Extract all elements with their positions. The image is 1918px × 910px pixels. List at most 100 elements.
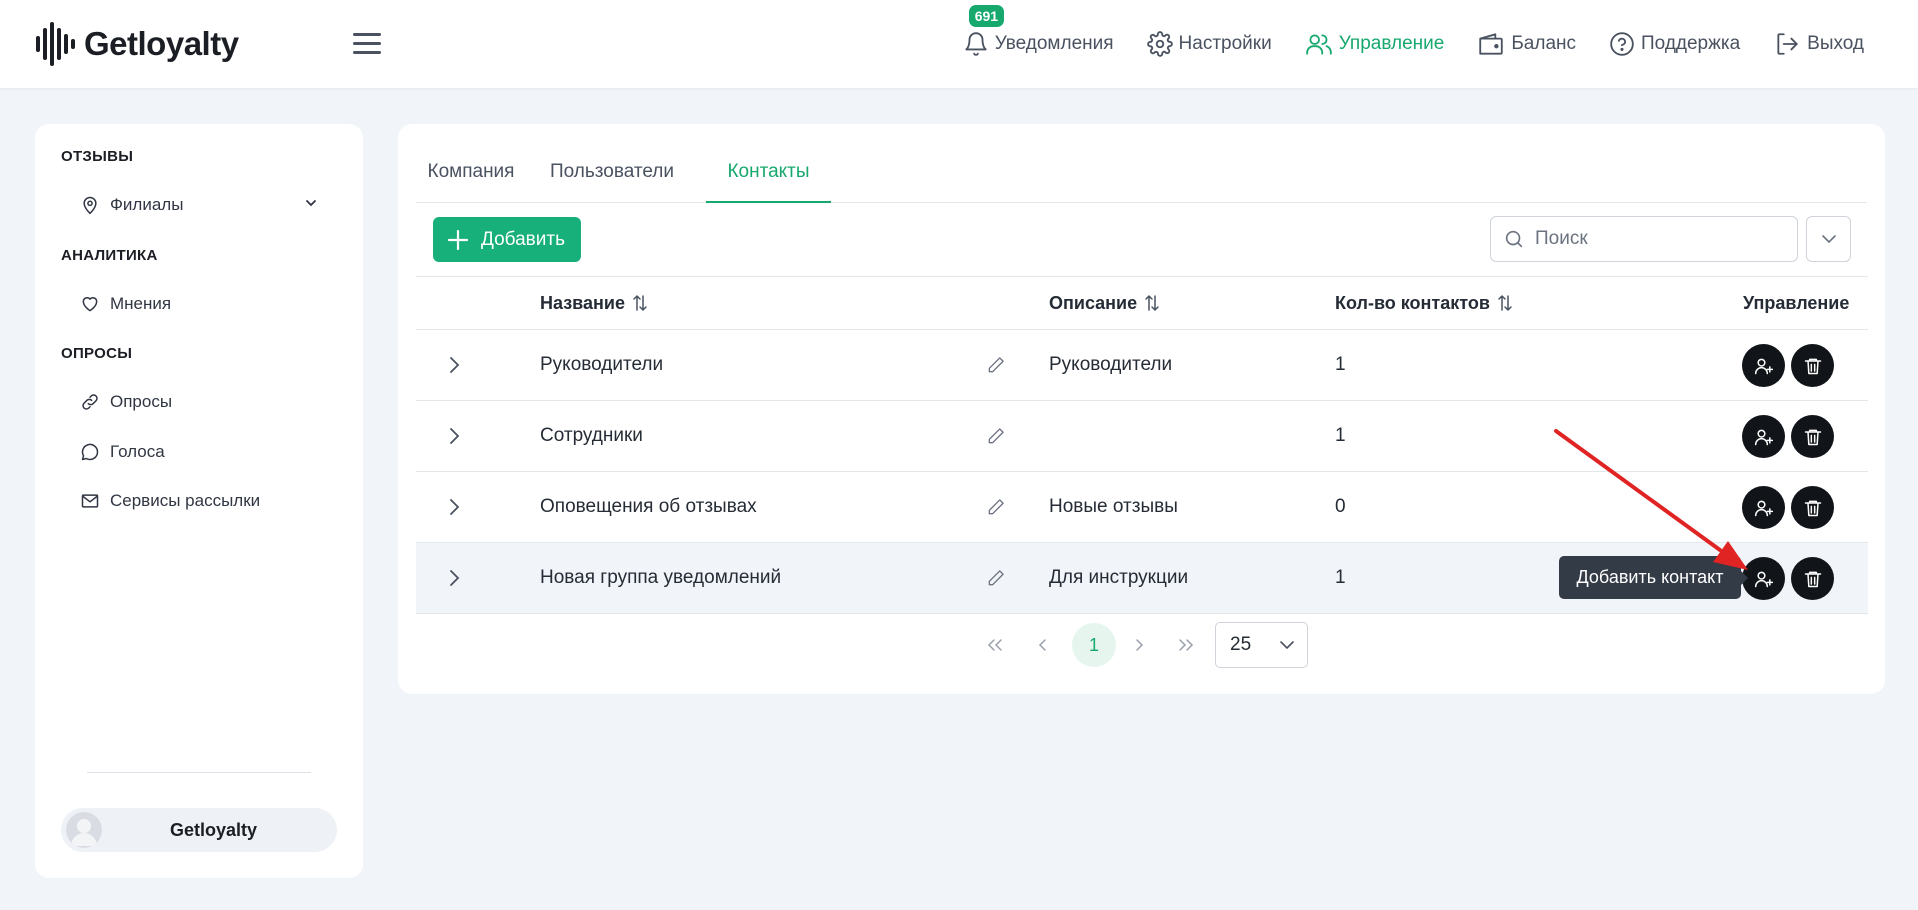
row-count: 1 xyxy=(1335,354,1346,375)
delete-group-button[interactable] xyxy=(1791,486,1834,529)
chevron-down-icon xyxy=(1280,641,1294,650)
column-name-header[interactable]: Название xyxy=(540,277,648,329)
column-label: Название xyxy=(540,293,625,313)
add-contact-button[interactable] xyxy=(1742,486,1785,529)
sidebar-section-title: АНАЛИТИКА xyxy=(61,247,158,264)
trash-icon xyxy=(1804,429,1821,445)
nav-management[interactable]: Управление xyxy=(1305,31,1445,57)
search-input[interactable] xyxy=(1535,228,1775,250)
nav-label: Настройки xyxy=(1178,33,1272,54)
filter-dropdown-button[interactable] xyxy=(1806,216,1851,262)
pencil-icon[interactable] xyxy=(986,497,1006,517)
sidebar-divider xyxy=(87,772,311,773)
next-page-button[interactable] xyxy=(1124,622,1154,668)
menu-toggle-button[interactable] xyxy=(353,33,381,55)
top-nav: 691 Уведомления Настройки Управление Бал… xyxy=(963,0,1918,88)
sidebar-item-votes[interactable]: Голоса xyxy=(80,442,165,462)
sidebar-item-surveys[interactable]: Опросы xyxy=(80,392,172,412)
row-count: 0 xyxy=(1335,496,1346,517)
row-count: 1 xyxy=(1335,425,1346,446)
user-name: Getloyalty xyxy=(170,819,258,840)
users-icon xyxy=(1305,34,1332,55)
sort-icon xyxy=(1145,294,1159,312)
trash-icon xyxy=(1804,500,1821,516)
nav-label: Баланс xyxy=(1511,33,1577,54)
sidebar: ОТЗЫВЫ Филиалы АНАЛИТИКА Мнения ОПРОСЫ О… xyxy=(35,124,363,878)
chat-icon xyxy=(81,443,99,461)
prev-page-button[interactable] xyxy=(1028,622,1058,668)
tab-users[interactable]: Пользователи xyxy=(540,124,684,203)
chevron-left-icon xyxy=(1038,639,1046,651)
pin-icon xyxy=(83,196,97,215)
add-contact-button[interactable] xyxy=(1742,557,1785,600)
sidebar-item-branches[interactable]: Филиалы xyxy=(80,195,183,215)
page-size-select[interactable]: 25 xyxy=(1215,622,1308,668)
sort-icon xyxy=(1498,294,1512,312)
nav-logout[interactable]: Выход xyxy=(1773,31,1864,57)
column-actions-header: Управление xyxy=(1743,277,1849,329)
nav-label: Управление xyxy=(1338,33,1445,54)
contacts-panel: Компания Пользователи Контакты Добавить … xyxy=(398,124,1885,694)
row-description: Для инструкции xyxy=(1049,567,1189,588)
add-contact-tooltip: Добавить контакт xyxy=(1559,556,1748,599)
nav-label: Поддержка xyxy=(1641,33,1741,54)
chevron-right-icon xyxy=(1136,639,1144,651)
tab-contacts[interactable]: Контакты xyxy=(706,124,831,203)
sidebar-item-label: Филиалы xyxy=(110,195,184,214)
last-page-button[interactable] xyxy=(1171,622,1201,668)
logo-text: Getloyalty xyxy=(84,25,239,62)
page-size-value: 25 xyxy=(1230,634,1252,655)
search-icon xyxy=(1505,230,1523,248)
wallet-icon xyxy=(1479,33,1504,55)
first-page-button[interactable] xyxy=(980,622,1010,668)
sidebar-section-title: ОТЗЫВЫ xyxy=(61,148,134,165)
trash-icon xyxy=(1804,571,1821,587)
delete-group-button[interactable] xyxy=(1791,557,1834,600)
delete-group-button[interactable] xyxy=(1791,415,1834,458)
bell-icon xyxy=(965,32,987,56)
row-name: Новая группа уведомлений xyxy=(540,567,782,588)
sidebar-item-opinions[interactable]: Мнения xyxy=(80,294,171,314)
chevron-right-icon[interactable] xyxy=(444,426,464,446)
add-group-button[interactable]: Добавить xyxy=(433,217,581,262)
sidebar-item-label: Опросы xyxy=(110,392,173,411)
user-profile-button[interactable]: Getloyalty xyxy=(61,808,337,852)
nav-support[interactable]: Поддержка xyxy=(1609,31,1740,57)
nav-label: Уведомления xyxy=(994,33,1114,54)
nav-balance[interactable]: Баланс xyxy=(1477,31,1576,57)
sidebar-item-label: Мнения xyxy=(110,294,172,313)
tab-company[interactable]: Компания xyxy=(416,124,526,203)
pencil-icon[interactable] xyxy=(986,568,1006,588)
page-1-button[interactable]: 1 xyxy=(1072,623,1116,667)
column-description-header[interactable]: Описание xyxy=(1049,277,1160,329)
user-plus-icon xyxy=(1754,358,1773,374)
column-count-header[interactable]: Кол-во контактов xyxy=(1335,277,1513,329)
pencil-icon[interactable] xyxy=(986,355,1006,375)
chevron-down-icon[interactable] xyxy=(304,198,318,208)
nav-notifications[interactable]: 691 Уведомления xyxy=(963,5,1114,57)
chevron-right-icon[interactable] xyxy=(444,355,464,375)
nav-settings[interactable]: Настройки xyxy=(1146,31,1272,57)
logo[interactable]: Getloyalty xyxy=(34,22,239,66)
top-header: Getloyalty 691 Уведомления Настройки Упр… xyxy=(0,0,1918,88)
table-header: Название Описание Кол-во контактов Управ… xyxy=(416,276,1868,330)
row-count: 1 xyxy=(1335,567,1346,588)
search-box xyxy=(1490,216,1798,262)
chevron-right-icon[interactable] xyxy=(444,568,464,588)
sidebar-section-title: ОПРОСЫ xyxy=(61,345,133,362)
column-label: Описание xyxy=(1049,293,1138,313)
pencil-icon[interactable] xyxy=(986,426,1006,446)
mail-icon xyxy=(81,494,99,508)
plus-icon xyxy=(447,229,469,250)
delete-group-button[interactable] xyxy=(1791,344,1834,387)
notifications-badge: 691 xyxy=(968,5,1005,27)
add-contact-button[interactable] xyxy=(1742,415,1785,458)
add-contact-button[interactable] xyxy=(1742,344,1785,387)
link-icon xyxy=(82,394,98,410)
help-icon xyxy=(1610,32,1634,56)
row-name: Руководители xyxy=(540,354,664,375)
double-chevron-left-icon xyxy=(987,639,1002,651)
chevron-right-icon[interactable] xyxy=(444,497,464,517)
sidebar-item-mailing-services[interactable]: Сервисы рассылки xyxy=(80,491,260,511)
table-row: Руководители Руководители 1 xyxy=(416,330,1868,401)
